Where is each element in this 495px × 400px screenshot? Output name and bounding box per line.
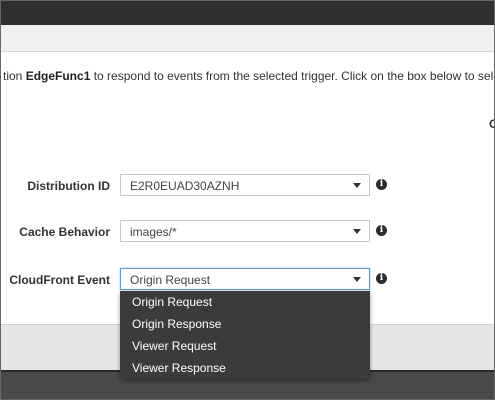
top-bar bbox=[1, 1, 494, 26]
chevron-down-icon bbox=[353, 277, 361, 282]
cloudfront-event-label: CloudFront Event bbox=[9, 273, 110, 287]
info-icon[interactable]: i bbox=[376, 179, 387, 190]
info-icon[interactable]: i bbox=[376, 273, 387, 284]
option-origin-request[interactable]: Origin Request bbox=[120, 291, 370, 313]
distribution-id-select[interactable]: E2R0EUAD30AZNH bbox=[120, 174, 370, 196]
cloudfront-event-value: Origin Request bbox=[130, 273, 211, 287]
instruction-prefix: tion bbox=[3, 69, 26, 83]
cloudfront-event-select[interactable]: Origin Request bbox=[120, 268, 370, 290]
instruction-text: tion EdgeFunc1 to respond to events from… bbox=[3, 69, 494, 83]
window-frame: tion EdgeFunc1 to respond to events from… bbox=[0, 0, 495, 400]
cache-behavior-select[interactable]: images/* bbox=[120, 220, 370, 242]
chevron-down-icon bbox=[353, 183, 361, 188]
cloudfront-event-options: Origin Request Origin Response Viewer Re… bbox=[120, 291, 370, 379]
function-name: EdgeFunc1 bbox=[25, 69, 91, 83]
option-viewer-response[interactable]: Viewer Response bbox=[120, 357, 370, 379]
option-viewer-request[interactable]: Viewer Request bbox=[120, 335, 370, 357]
option-origin-response[interactable]: Origin Response bbox=[120, 313, 370, 335]
distribution-id-value: E2R0EUAD30AZNH bbox=[130, 179, 240, 193]
info-icon[interactable]: i bbox=[376, 225, 387, 236]
cache-behavior-label: Cache Behavior bbox=[19, 225, 110, 239]
distribution-id-label: Distribution ID bbox=[27, 179, 110, 193]
truncated-label: C bbox=[489, 117, 494, 131]
chevron-down-icon bbox=[353, 229, 361, 234]
cache-behavior-value: images/* bbox=[130, 225, 177, 239]
instruction-suffix: to respond to events from the selected t… bbox=[93, 69, 494, 83]
header-strip bbox=[1, 25, 494, 52]
